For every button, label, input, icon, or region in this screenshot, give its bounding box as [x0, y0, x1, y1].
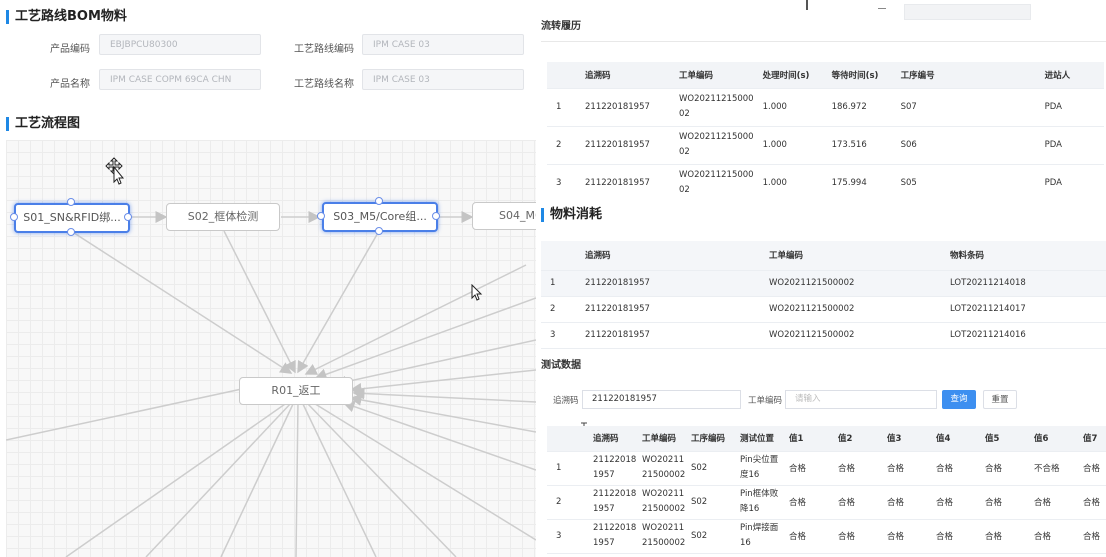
node-anchor[interactable]	[375, 227, 383, 235]
flow-node-r01[interactable]: R01_返工	[239, 377, 353, 405]
node-anchor[interactable]	[124, 213, 132, 221]
product-name-field[interactable]: IPM CASE COPM 69CA CHN	[99, 69, 261, 90]
product-code-field[interactable]: EBJBPCU80300	[99, 34, 261, 55]
flow-canvas[interactable]: S01_SN&RFID绑... S02_框体检测 S03_M5/Core组...…	[6, 140, 536, 557]
product-name-label: 产品名称	[50, 79, 90, 90]
table-row[interactable]: 3 211220181957 WO2021121500002 LOT202112…	[541, 322, 1106, 349]
top-divider-mark	[806, 0, 808, 10]
node-anchor[interactable]	[67, 198, 75, 206]
node-anchor[interactable]	[432, 212, 440, 220]
history-col-step: 工序编号	[891, 62, 1036, 89]
flow-node-s02[interactable]: S02_框体检测	[166, 203, 280, 231]
product-code-label: 产品编码	[50, 44, 90, 55]
table-row[interactable]: 2 21122018 1957 WO20211 21500002 S02 Pin框体…	[547, 485, 1106, 520]
node-anchor[interactable]	[67, 228, 75, 236]
history-divider	[541, 41, 1106, 42]
history-header-row: 追溯码 工单编码 处理时间(s) 等待时间(s) 工序编号 进站人	[547, 62, 1104, 89]
material-col-lot: 物料条码	[941, 241, 1106, 271]
material-header-row: 追溯码 工单编码 物料条码	[541, 241, 1106, 271]
test-trace-input[interactable]: 211220181957	[582, 390, 741, 409]
material-title: 物料消耗	[541, 207, 602, 223]
table-row[interactable]: 2 211220181957 WO20211215000 02 1.000 173…	[547, 126, 1104, 165]
flow-section-title: 工艺流程图	[6, 116, 80, 132]
fail-value: 不合格	[1025, 451, 1074, 486]
table-row[interactable]: 1 211220181957 WO2021121500002 LOT202112…	[541, 270, 1106, 297]
material-col-trace: 追溯码	[576, 241, 760, 271]
reset-button[interactable]: 重置	[983, 390, 1017, 409]
history-table: 追溯码 工单编码 处理时间(s) 等待时间(s) 工序编号 进站人 1 2112…	[547, 62, 1104, 203]
material-col-idx	[541, 241, 576, 271]
node-anchor[interactable]	[375, 197, 383, 205]
node-anchor[interactable]	[317, 212, 325, 220]
test-order-label: 工单编码	[748, 396, 783, 406]
top-input[interactable]	[904, 4, 1031, 20]
history-col-wait: 等待时间(s)	[822, 62, 892, 89]
history-col-proc: 处理时间(s)	[753, 62, 823, 89]
route-code-field[interactable]: IPM CASE 03	[362, 34, 524, 55]
pointer-cursor-icon	[471, 284, 483, 301]
history-col-idx	[547, 62, 576, 89]
test-table: 追溯码 工单编码 工序编码 测试位置 值1 值2 值3 值4 值5 值6 值7 …	[547, 426, 1106, 554]
route-name-field[interactable]: IPM CASE 03	[362, 69, 524, 90]
test-title: 测试数据	[541, 360, 581, 371]
material-col-order: 工单编码	[760, 241, 941, 271]
table-row[interactable]: 3 211220181957 WO20211215000 02 1.000 175…	[547, 164, 1104, 203]
move-cursor-icon	[105, 157, 125, 185]
node-anchor[interactable]	[10, 213, 18, 221]
table-row[interactable]: 2 211220181957 WO2021121500002 LOT202112…	[541, 296, 1106, 323]
test-trace-label: 追溯码	[553, 396, 579, 406]
flow-node-s04[interactable]: S04_M6	[472, 202, 536, 230]
route-code-label: 工艺路线编码	[294, 44, 354, 55]
history-col-order: 工单编码	[670, 62, 754, 89]
history-title: 流转履历	[541, 21, 581, 32]
table-row[interactable]: 3 21122018 1957 WO20211 21500002 S02 Pin焊接…	[547, 519, 1106, 554]
route-name-label: 工艺路线名称	[294, 79, 354, 90]
history-col-user: 进站人	[1035, 62, 1104, 89]
history-col-trace: 追溯码	[576, 62, 670, 89]
test-order-input[interactable]: 请输入	[785, 390, 937, 409]
table-row[interactable]: 1 211220181957 WO20211215000 02 1.000 186…	[547, 88, 1104, 127]
bom-section-title: 工艺路线BOM物料	[6, 9, 127, 25]
table-row[interactable]: 1 21122018 1957 WO20211 21500002 S02 Pin尖位…	[547, 451, 1106, 486]
test-header-row: 追溯码 工单编码 工序编码 测试位置 值1 值2 值3 值4 值5 值6 值7	[547, 426, 1106, 452]
query-button[interactable]: 查询	[942, 390, 976, 409]
top-dash-mark	[878, 8, 886, 9]
material-header-bg	[538, 198, 1106, 238]
material-table: 追溯码 工单编码 物料条码 1 211220181957 WO202112150…	[541, 241, 1106, 349]
